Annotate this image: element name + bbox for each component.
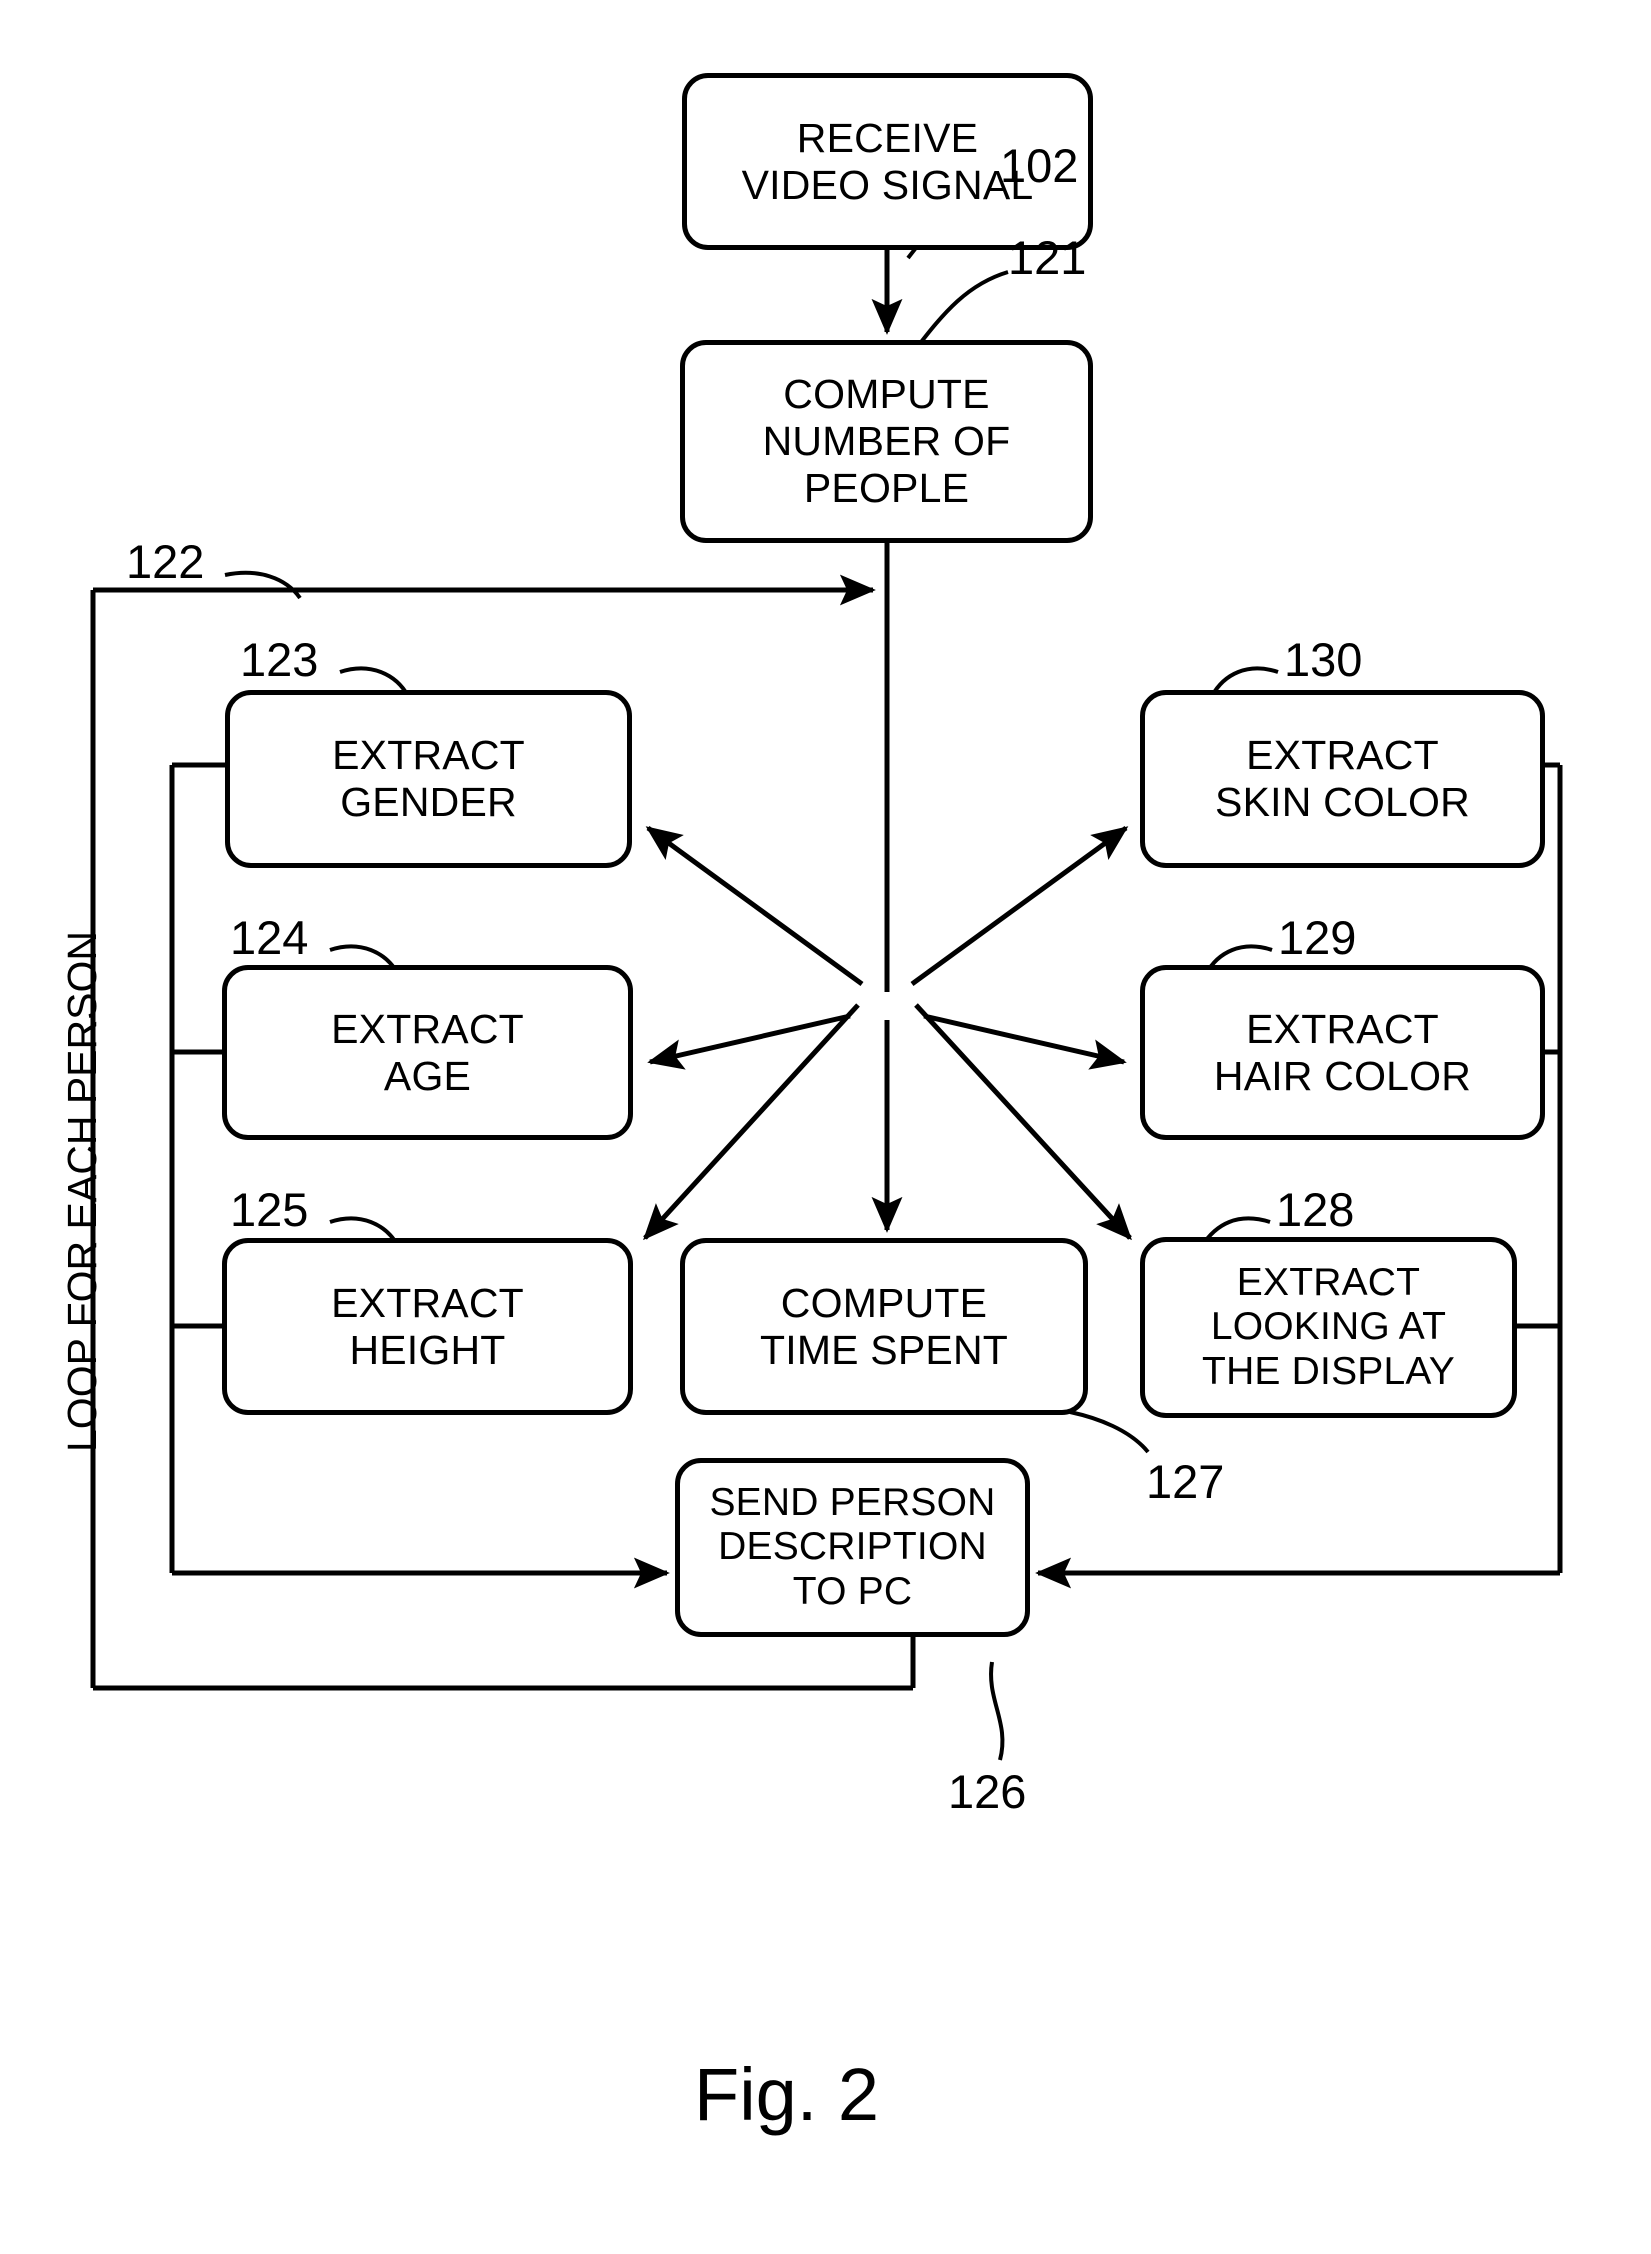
ref-numeral-126: 126 <box>948 1765 1027 1818</box>
ref-numeral-123: 123 <box>240 633 319 686</box>
box-extract-age[interactable]: EXTRACT AGE <box>222 965 633 1140</box>
ref-numeral-128: 128 <box>1276 1183 1355 1236</box>
leader-121 <box>913 270 1009 352</box>
box-compute-time-spent[interactable]: COMPUTE TIME SPENT <box>680 1238 1088 1415</box>
ref-numeral-102: 102 <box>1000 139 1079 192</box>
arrow-hub-to-skin-color <box>910 825 1129 987</box>
leader-122 <box>224 570 302 600</box>
box-extract-gender[interactable]: EXTRACT GENDER <box>225 690 632 868</box>
ref-numeral-127: 127 <box>1146 1455 1225 1508</box>
ref-numeral-122: 122 <box>126 535 205 588</box>
arrow-hub-to-gender <box>645 825 864 987</box>
box-send-person-description-to-pc[interactable]: SEND PERSON DESCRIPTION TO PC <box>675 1458 1030 1637</box>
leader-126 <box>989 1661 1005 1761</box>
box-extract-looking-at-display[interactable]: EXTRACT LOOKING AT THE DISPLAY <box>1140 1237 1517 1418</box>
ref-numeral-125: 125 <box>230 1183 309 1236</box>
figure-caption: Fig. 2 <box>694 2053 880 2136</box>
arrow-hub-to-age <box>647 1013 851 1070</box>
arrow-hub-to-hair-color <box>923 1013 1127 1070</box>
ref-numeral-124: 124 <box>230 911 309 964</box>
ref-numeral-121: 121 <box>1008 231 1087 284</box>
loop-for-each-person-label: LOOP FOR EACH PERSON <box>59 931 105 1452</box>
leader-127 <box>1069 1410 1150 1454</box>
box-extract-skin-color[interactable]: EXTRACT SKIN COLOR <box>1140 690 1545 868</box>
box-extract-hair-color[interactable]: EXTRACT HAIR COLOR <box>1140 965 1545 1140</box>
ref-numeral-129: 129 <box>1278 911 1357 964</box>
box-compute-number-of-people[interactable]: COMPUTE NUMBER OF PEOPLE <box>680 340 1093 543</box>
ref-numeral-130: 130 <box>1284 633 1363 686</box>
patent-figure: RECEIVE VIDEO SIGNAL COMPUTE NUMBER OF P… <box>0 0 1651 2254</box>
box-extract-height[interactable]: EXTRACT HEIGHT <box>222 1238 633 1415</box>
